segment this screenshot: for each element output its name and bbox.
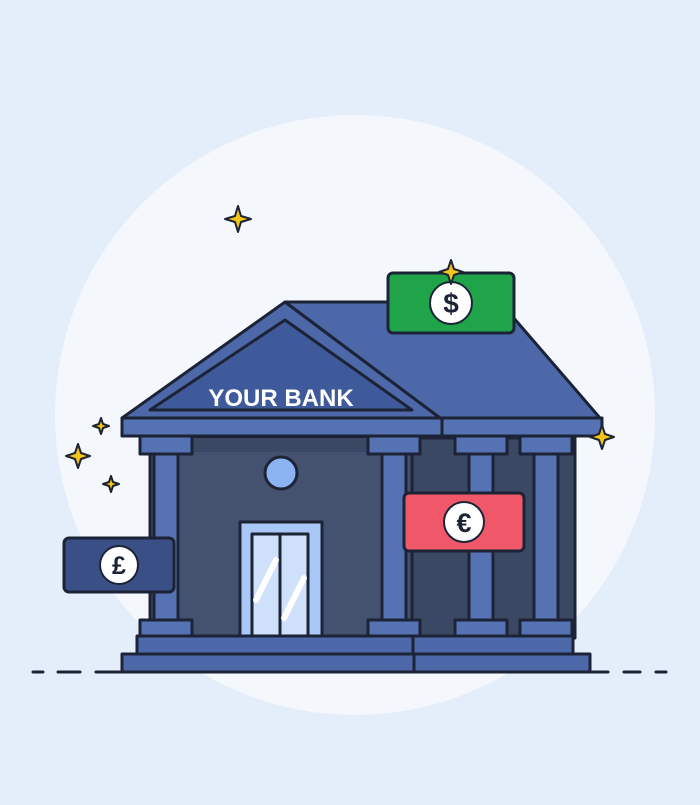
bank-step-lower: [120, 652, 416, 674]
bank-illustration: YOUR BANK $ € £: [0, 0, 700, 800]
column-capital: [453, 434, 509, 456]
column-capital: [366, 434, 422, 456]
column-base: [138, 618, 194, 638]
round-window: [263, 455, 299, 491]
column-base: [453, 618, 509, 638]
bank-sign-text: YOUR BANK: [208, 385, 354, 412]
bank-entablature: [120, 416, 444, 438]
euro-note: €: [402, 491, 526, 553]
bank-scene-svg: YOUR BANK $ € £: [31, 115, 668, 715]
column-shaft: [380, 452, 408, 622]
column-base: [518, 618, 574, 638]
column-capital: [518, 434, 574, 456]
bank-roof-side-beam: [438, 416, 604, 438]
dollar-symbol: $: [443, 288, 459, 319]
column-capital: [138, 434, 194, 456]
bank-step-upper: [135, 634, 415, 656]
column-base: [366, 618, 422, 638]
pound-symbol: £: [112, 552, 126, 580]
pound-note: £: [62, 536, 176, 594]
column-shaft: [532, 452, 560, 622]
euro-symbol: €: [456, 508, 471, 538]
